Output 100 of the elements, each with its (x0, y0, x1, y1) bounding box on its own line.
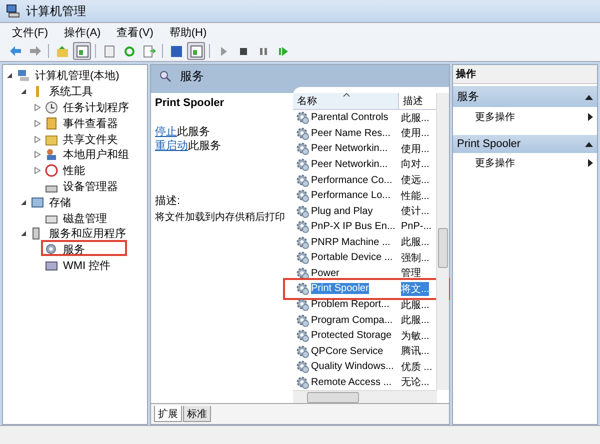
wmi-icon (45, 258, 58, 272)
tree-item[interactable]: 服务和应用程序 (47, 226, 128, 242)
refresh-icon (122, 44, 136, 58)
action-link[interactable]: 停止 (155, 126, 177, 138)
tree-item[interactable]: 任务计划程序 (61, 100, 131, 115)
service-name-cell[interactable]: Peer Networkin... (311, 158, 388, 170)
expand-arrow-icon[interactable] (34, 120, 41, 127)
description-text: 将文件加载到内存供稍后打印 (155, 210, 286, 224)
clock-icon (45, 100, 58, 114)
service-name-cell[interactable]: Print Spooler (311, 283, 369, 294)
description-cell-text: 腾讯... (401, 344, 430, 358)
tree-item[interactable]: 本地用户和组 (61, 147, 131, 162)
column-header[interactable]: 描述 (399, 93, 436, 109)
action-link[interactable]: 重启动 (155, 140, 188, 152)
storage-icon (31, 196, 44, 209)
service-name-cell[interactable]: PNRP Machine ... (311, 236, 390, 248)
description-cell-text: 强制... (401, 252, 430, 265)
resume-icon (276, 44, 290, 58)
service-name-cell[interactable]: Peer Networkin... (311, 143, 388, 154)
export-icon (142, 44, 156, 58)
view-tab[interactable]: 扩展 (154, 406, 182, 422)
description-cell-text: 此服... (401, 236, 430, 250)
search-icon (159, 70, 172, 82)
computer-icon (17, 69, 30, 82)
back-arrow-icon (8, 44, 22, 58)
description-cell-text: 使计... (401, 204, 430, 218)
column-header[interactable]: 名称 (293, 93, 399, 109)
description-cell-text: 无论... (401, 376, 430, 390)
tree-item[interactable]: WMI 控件 (61, 258, 113, 273)
expand-arrow-icon[interactable] (34, 136, 41, 143)
action-item[interactable]: 更多操作 (475, 110, 515, 124)
gear-icon (296, 314, 309, 327)
service-name-cell[interactable]: Portable Device ... (311, 252, 393, 264)
gear-icon (296, 174, 309, 187)
action-group-header[interactable]: 服务 (453, 86, 597, 107)
gear-icon (296, 376, 309, 389)
menu-item[interactable]: 查看(V) (110, 24, 160, 40)
vertical-scrollbar[interactable] (436, 93, 449, 390)
service-name-cell[interactable]: Protected Storage (311, 330, 392, 342)
service-name-cell[interactable]: QPCore Service (311, 346, 384, 357)
description-cell-text: 使用... (401, 142, 430, 156)
action-item[interactable]: 更多操作 (475, 156, 515, 170)
gear-icon (296, 236, 309, 249)
collapse-arrow-icon[interactable] (20, 198, 27, 206)
service-name-cell[interactable]: PnP-X IP Bus En... (311, 221, 396, 232)
gear-icon (296, 266, 309, 280)
service-name-cell[interactable]: Performance Lo... (311, 190, 390, 202)
action-group-header[interactable]: Print Spooler (453, 135, 597, 153)
pane-button[interactable] (73, 42, 91, 60)
horizontal-scrollbar[interactable] (293, 390, 437, 403)
collapse-arrow-icon (585, 141, 593, 147)
gear-icon (296, 251, 309, 264)
service-name-cell[interactable]: Parental Controls (311, 112, 388, 124)
tree-item[interactable]: 存储 (47, 194, 73, 210)
view-tab[interactable]: 标准 (183, 406, 211, 422)
service-name-cell[interactable]: Program Compa... (311, 314, 393, 326)
tree-item[interactable]: 磁盘管理 (61, 210, 109, 226)
description-cell-text: 使远... (401, 174, 430, 188)
gear-icon (296, 329, 309, 342)
collapse-arrow-icon[interactable] (20, 88, 27, 96)
expand-arrow-icon[interactable] (34, 167, 41, 174)
service-name-cell[interactable]: Problem Report... (311, 299, 390, 310)
service-name-cell[interactable]: Remote Access ... (311, 376, 392, 388)
gear-icon (45, 243, 58, 256)
action-text: 此服务 (177, 126, 210, 138)
description-cell-text: 使用... (401, 127, 430, 140)
submenu-arrow-icon (588, 159, 593, 167)
actions-title: 操作 (453, 65, 597, 84)
expand-arrow-icon[interactable] (34, 151, 41, 158)
service-name-cell[interactable]: Plug and Play (311, 206, 373, 217)
tree-item[interactable]: 事件查看器 (61, 116, 120, 131)
service-name-cell[interactable]: Quality Windows... (311, 361, 394, 372)
menu-item[interactable]: 文件(F) (6, 24, 54, 40)
log-icon (45, 116, 58, 130)
gear-icon (296, 360, 309, 374)
group-title: Print Spooler (457, 138, 521, 150)
menu-item[interactable]: 操作(A) (58, 24, 107, 40)
action-text: 此服务 (188, 140, 221, 152)
tree-item[interactable]: 服务 (61, 242, 87, 258)
gear-icon (296, 344, 309, 358)
tree-item[interactable]: 共享文件夹 (61, 132, 120, 147)
tree-item[interactable]: 性能 (61, 163, 87, 178)
description-cell: PnP-... (401, 221, 432, 232)
expand-arrow-icon[interactable] (34, 104, 41, 111)
description-cell: 将文... (401, 282, 430, 296)
tree-item[interactable]: 设备管理器 (61, 178, 120, 194)
tree-item[interactable]: 系统工具 (47, 84, 95, 100)
menu-item[interactable]: 帮助(H) (163, 24, 213, 40)
service-name-cell[interactable]: Peer Name Res... (311, 128, 390, 139)
collapse-arrow-icon[interactable] (20, 230, 27, 238)
gear-icon (296, 298, 309, 312)
pane-button[interactable] (187, 42, 205, 60)
collapse-arrow-icon[interactable] (6, 72, 13, 80)
tree-item[interactable]: 计算机管理(本地) (33, 68, 122, 84)
service-name-cell[interactable]: Performance Co... (311, 174, 392, 186)
folder-icon (45, 132, 58, 146)
service-name-cell[interactable]: Power (311, 268, 340, 279)
gear-icon (296, 126, 309, 140)
computer-icon (6, 4, 20, 18)
description-cell-text: 管理 (401, 267, 421, 280)
